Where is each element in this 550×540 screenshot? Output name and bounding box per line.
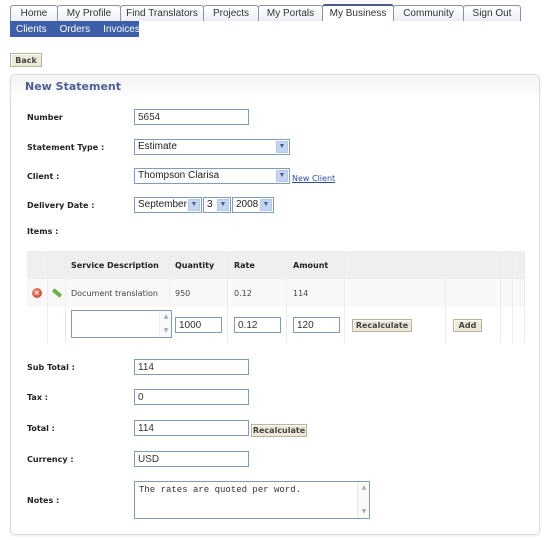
chevron-down-icon: ▼ bbox=[217, 199, 229, 211]
notes-label: Notes : bbox=[27, 496, 60, 505]
client-select[interactable]: Thompson Clarisa ▼ bbox=[134, 168, 290, 184]
total-label: Total : bbox=[27, 424, 55, 433]
new-client-link[interactable]: New Client bbox=[292, 174, 335, 183]
delivery-day-value: 3 bbox=[207, 199, 213, 210]
column-divider bbox=[445, 251, 446, 343]
chevron-down-icon: ▼ bbox=[276, 141, 288, 153]
items-table: Service Description Quantity Rate Amount… bbox=[27, 251, 525, 343]
tab-my-profile[interactable]: My Profile bbox=[57, 5, 121, 21]
number-label: Number bbox=[27, 113, 63, 122]
delivery-day-select[interactable]: 3 ▼ bbox=[203, 197, 231, 213]
tab-find-translators[interactable]: Find Translators bbox=[120, 5, 204, 21]
tab-label: My Portals bbox=[266, 8, 315, 19]
scrollbar[interactable]: ▲ ▼ bbox=[357, 482, 369, 518]
chevron-down-icon: ▼ bbox=[188, 199, 200, 211]
main-nav-tabs: Home My Profile Find Translators Project… bbox=[10, 4, 521, 21]
delivery-year-select[interactable]: 2008 ▼ bbox=[232, 197, 274, 213]
column-divider bbox=[512, 251, 513, 343]
client-label: Client : bbox=[27, 172, 60, 181]
statement-type-value: Estimate bbox=[138, 141, 177, 152]
total-input[interactable]: 114 bbox=[134, 420, 249, 436]
scroll-down-icon[interactable]: ▼ bbox=[359, 507, 369, 517]
items-label: Items : bbox=[27, 227, 59, 236]
column-divider bbox=[47, 251, 48, 343]
cell-rate: 0.12 bbox=[234, 289, 252, 298]
tab-community[interactable]: Community bbox=[393, 5, 464, 21]
statement-type-select[interactable]: Estimate ▼ bbox=[134, 139, 290, 155]
header-rate: Rate bbox=[234, 261, 255, 270]
subtotal-input[interactable]: 114 bbox=[134, 359, 249, 375]
currency-input[interactable]: USD bbox=[134, 451, 249, 467]
column-divider bbox=[500, 251, 501, 343]
subnav-invoices[interactable]: Invoices bbox=[103, 24, 140, 35]
scrollbar[interactable]: ▲ ▼ bbox=[159, 311, 171, 337]
add-item-button[interactable]: Add bbox=[453, 319, 482, 332]
subtotal-label: Sub Total : bbox=[27, 363, 75, 372]
new-quantity-input[interactable]: 1000 bbox=[175, 317, 222, 333]
chevron-down-icon: ▼ bbox=[276, 170, 288, 182]
notes-value: The rates are quoted per word. bbox=[139, 485, 302, 495]
tab-projects[interactable]: Projects bbox=[203, 5, 259, 21]
tax-input[interactable]: 0 bbox=[134, 389, 249, 405]
column-divider bbox=[286, 251, 287, 343]
new-statement-panel: New Statement Number 5654 Statement Type… bbox=[10, 74, 540, 535]
new-amount-input[interactable]: 120 bbox=[293, 317, 340, 333]
new-rate-input[interactable]: 0.12 bbox=[234, 317, 281, 333]
tab-sign-out[interactable]: Sign Out bbox=[463, 5, 521, 21]
tab-label: Home bbox=[20, 8, 48, 19]
tab-label: Sign Out bbox=[472, 8, 512, 19]
tab-label: My Business bbox=[329, 8, 387, 19]
tab-my-business[interactable]: My Business bbox=[322, 4, 394, 21]
scroll-up-icon[interactable]: ▲ bbox=[161, 312, 171, 322]
column-divider bbox=[524, 251, 525, 343]
delivery-month-value: September bbox=[138, 199, 187, 210]
column-divider bbox=[344, 251, 345, 343]
chevron-down-icon: ▼ bbox=[260, 199, 272, 211]
cell-description: Document translation bbox=[71, 289, 159, 298]
row-recalculate-button[interactable]: Recalculate bbox=[352, 319, 412, 332]
delivery-year-value: 2008 bbox=[236, 199, 259, 210]
tab-my-portals[interactable]: My Portals bbox=[258, 5, 323, 21]
delivery-date-label: Delivery Date : bbox=[27, 201, 95, 210]
header-quantity: Quantity bbox=[175, 261, 215, 270]
cell-amount: 114 bbox=[293, 289, 309, 298]
column-divider bbox=[65, 251, 66, 343]
tab-label: Community bbox=[403, 8, 454, 19]
back-button[interactable]: Back bbox=[10, 53, 42, 67]
statement-type-label: Statement Type : bbox=[27, 143, 105, 152]
cell-quantity: 950 bbox=[175, 289, 191, 298]
panel-title: New Statement bbox=[25, 80, 121, 93]
tax-label: Tax : bbox=[27, 393, 48, 402]
subnav-orders[interactable]: Orders bbox=[60, 24, 91, 35]
tab-label: My Profile bbox=[66, 8, 112, 19]
notes-textarea[interactable]: The rates are quoted per word. ▲ ▼ bbox=[134, 481, 370, 519]
delivery-month-select[interactable]: September ▼ bbox=[134, 197, 202, 213]
tab-label: Projects bbox=[212, 8, 250, 19]
currency-label: Currency : bbox=[27, 455, 74, 464]
number-input[interactable]: 5654 bbox=[134, 109, 249, 125]
scroll-up-icon[interactable]: ▲ bbox=[359, 483, 369, 493]
client-value: Thompson Clarisa bbox=[138, 170, 220, 181]
header-amount: Amount bbox=[293, 261, 329, 270]
total-recalculate-button[interactable]: Recalculate bbox=[251, 424, 307, 437]
subnav-clients[interactable]: Clients bbox=[16, 24, 47, 35]
column-divider bbox=[227, 251, 228, 343]
tab-home[interactable]: Home bbox=[10, 5, 58, 21]
tab-label: Find Translators bbox=[126, 8, 198, 19]
sub-nav: Clients Orders Invoices bbox=[10, 21, 140, 37]
header-service-description: Service Description bbox=[71, 261, 159, 270]
delete-icon[interactable]: × bbox=[32, 288, 42, 298]
scroll-down-icon[interactable]: ▼ bbox=[161, 326, 171, 336]
new-description-textarea[interactable]: ▲ ▼ bbox=[71, 310, 172, 338]
